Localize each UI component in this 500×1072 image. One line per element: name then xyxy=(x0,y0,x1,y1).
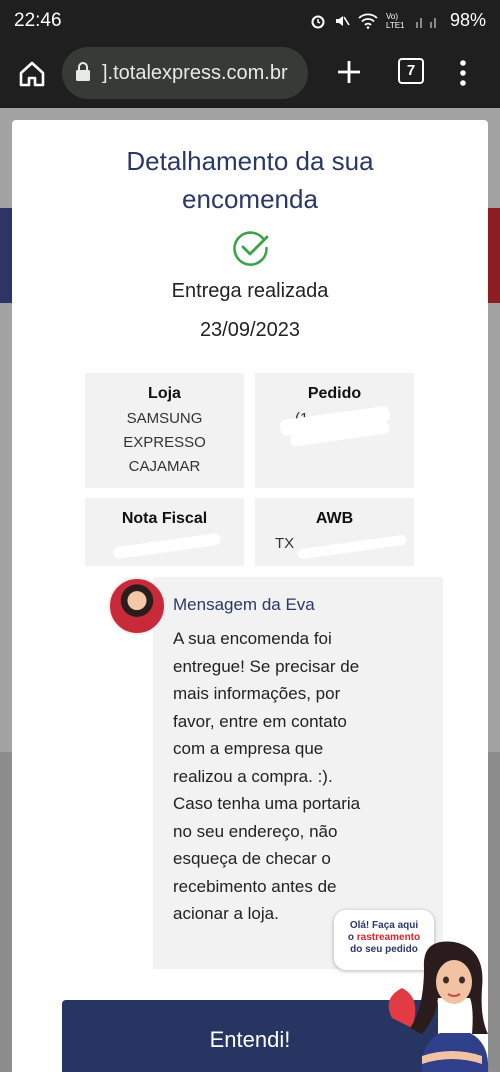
eva-name: Mensagem da Eva xyxy=(173,595,315,614)
alarm-icon xyxy=(311,15,325,28)
background-banner-left xyxy=(0,208,12,303)
mute-icon xyxy=(335,15,350,26)
network-label: Vo) LTE1 xyxy=(385,11,405,30)
delivery-status: Entrega realizada xyxy=(171,280,329,302)
background-banner-right xyxy=(488,208,500,303)
awb-box: AWB TX xyxy=(255,498,414,566)
store-box: Loja SAMSUNG EXPRESSO CAJAMAR xyxy=(85,373,244,488)
wifi-icon xyxy=(358,13,378,29)
invoice-label: Nota Fiscal xyxy=(121,510,208,527)
url-text: ].totalexpress.com.br xyxy=(102,62,288,84)
status-bar: 22:46 Vo) LTE1 98% xyxy=(0,0,500,42)
order-label: Pedido xyxy=(307,385,362,402)
store-value: SAMSUNG EXPRESSO CAJAMAR xyxy=(123,410,206,475)
modal-title: Detalhamento da sua encomenda xyxy=(12,142,488,218)
invoice-box: Nota Fiscal xyxy=(85,498,244,566)
widget-line-2-prefix: o xyxy=(347,932,354,943)
more-menu-icon[interactable] xyxy=(452,57,474,89)
order-box: Pedido (1 xyxy=(255,373,414,488)
delivery-date: 23/09/2023 xyxy=(199,319,301,341)
check-circle-icon xyxy=(233,231,269,266)
new-tab-icon[interactable] xyxy=(333,56,365,88)
tracking-assistant-widget[interactable]: Olá! Faça aqui o rastreamento do seu ped… xyxy=(334,910,500,1072)
lock-icon xyxy=(76,62,90,81)
address-bar[interactable]: ].totalexpress.com.br xyxy=(62,47,308,99)
eva-avatar xyxy=(108,577,166,635)
tab-switcher-button[interactable]: 7 xyxy=(398,58,424,84)
store-label: Loja xyxy=(148,385,181,402)
battery-level: 98% xyxy=(449,10,486,30)
status-time: 22:46 xyxy=(14,10,62,31)
widget-line-1: Olá! Faça aqui xyxy=(349,920,419,931)
signal-icon xyxy=(415,17,436,28)
invoice-redaction xyxy=(112,532,222,560)
eva-message-text: A sua encomenda foi entregue! Se precisa… xyxy=(173,629,361,923)
status-icons: Vo) LTE1 98% xyxy=(310,10,486,31)
modal-title-text: Detalhamento da sua encomenda xyxy=(126,146,374,214)
awb-label: AWB xyxy=(315,510,354,527)
browser-toolbar: ].totalexpress.com.br 7 xyxy=(0,42,500,108)
home-icon[interactable] xyxy=(16,58,48,90)
assistant-avatar-icon[interactable] xyxy=(382,938,500,1072)
